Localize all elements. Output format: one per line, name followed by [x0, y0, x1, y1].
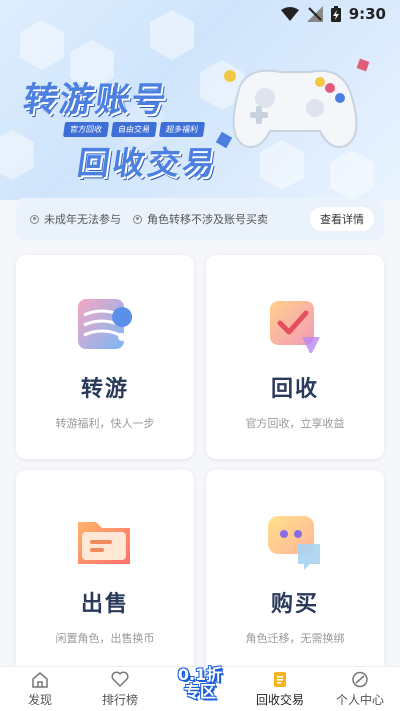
notice-item: 未成年无法参与	[30, 211, 121, 227]
nav-label: 排行榜	[101, 692, 138, 707]
buy-chat-icon	[268, 516, 320, 570]
card-buy[interactable]: 购买 角色迁移，无需换绑	[206, 470, 384, 674]
promo-banner[interactable]: 转游账号 官方回收 自由交易 超多福利 回收交易	[0, 0, 400, 200]
badge-line2: 专区	[183, 682, 216, 701]
banner-tag: 自由交易	[110, 122, 158, 137]
card-title: 购买	[270, 592, 319, 617]
nav-item-user-center[interactable]: 个人中心	[320, 667, 400, 711]
banner-tag: 超多福利	[158, 122, 206, 137]
card-title: 转游	[80, 377, 129, 402]
nav-label: 个人中心	[335, 692, 384, 707]
card-subtitle: 闲置角色，出售换币	[55, 632, 155, 645]
nav-item-discover[interactable]: 发现	[0, 667, 80, 711]
notice-text: 角色转移不涉及账号买卖	[147, 213, 268, 226]
nav-label: 回收交易	[255, 692, 304, 707]
card-title: 回收	[270, 377, 319, 402]
status-bar: 9:30	[0, 0, 400, 28]
nav-item-ranking[interactable]: 排行榜	[80, 667, 160, 711]
card-recycle[interactable]: 回收 官方回收，立享收益	[206, 255, 384, 459]
banner-title-line2: 回收交易	[75, 144, 221, 182]
nav-item-recycle-trade[interactable]: 回收交易	[240, 667, 320, 711]
heart-icon	[111, 671, 129, 687]
wifi-icon	[280, 7, 299, 21]
transfer-icon	[78, 299, 133, 349]
notice-text: 未成年无法参与	[44, 213, 121, 226]
card-subtitle: 转游福利，快人一步	[55, 417, 155, 430]
discount-zone-badge[interactable]: 0.1折 专区	[170, 660, 230, 706]
card-transfer[interactable]: 转游 转游福利，快人一步	[16, 255, 194, 459]
banner-title-line1: 转游账号	[20, 80, 171, 120]
view-details-button[interactable]: 查看详情	[310, 207, 374, 231]
banner-tags: 官方回收 自由交易 超多福利	[62, 122, 206, 137]
status-time: 9:30	[348, 5, 386, 23]
card-subtitle: 官方回收，立享收益	[245, 417, 345, 430]
sell-folder-icon	[78, 522, 130, 564]
radio-dot-icon	[30, 214, 39, 224]
trade-doc-icon	[274, 671, 286, 687]
no-signal-icon	[306, 6, 323, 22]
notice-item: 角色转移不涉及账号买卖	[133, 211, 268, 227]
badge-line1: 0.1折	[177, 665, 223, 684]
battery-charging-icon	[330, 6, 341, 22]
nav-label: 发现	[27, 692, 52, 707]
notice-bar: 未成年无法参与 角色转移不涉及账号买卖 查看详情	[16, 198, 384, 240]
user-center-icon	[352, 671, 368, 687]
banner-tag: 官方回收	[62, 122, 110, 137]
game-controller-illustration	[215, 58, 370, 149]
home-icon	[32, 671, 48, 688]
card-subtitle: 角色迁移，无需换绑	[245, 632, 345, 645]
card-sell[interactable]: 出售 闲置角色，出售换币	[16, 470, 194, 674]
recycle-icon	[270, 301, 320, 353]
card-title: 出售	[80, 592, 129, 617]
radio-dot-icon	[133, 214, 142, 224]
